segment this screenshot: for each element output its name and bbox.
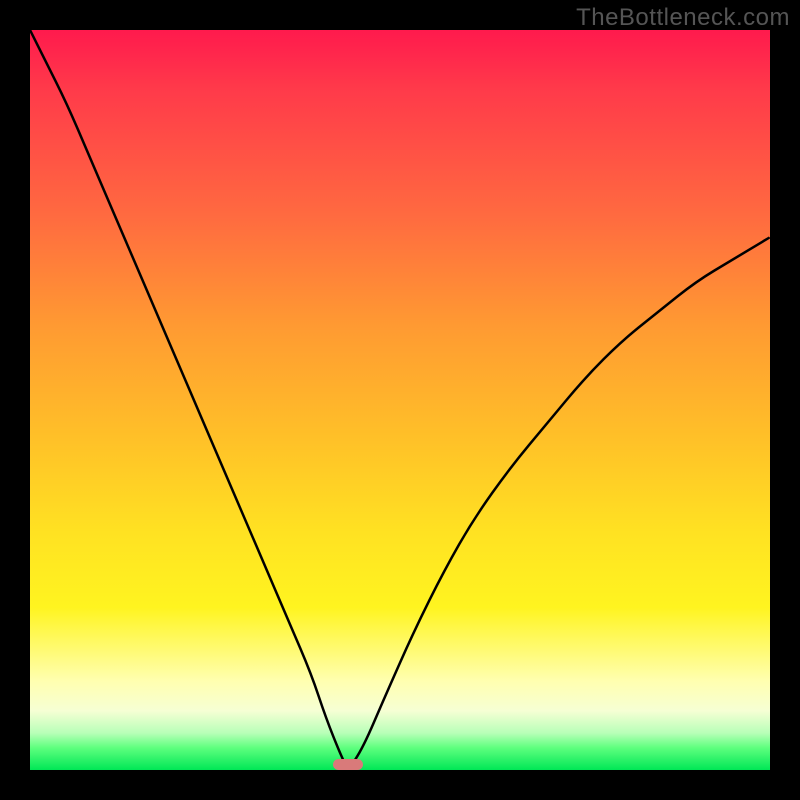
curve-right-branch xyxy=(348,237,770,770)
curve-layer xyxy=(30,30,770,770)
plot-area xyxy=(30,30,770,770)
bottleneck-marker xyxy=(333,759,363,770)
curve-left-branch xyxy=(30,30,348,770)
chart-frame: TheBottleneck.com xyxy=(0,0,800,800)
watermark-text: TheBottleneck.com xyxy=(576,4,790,32)
